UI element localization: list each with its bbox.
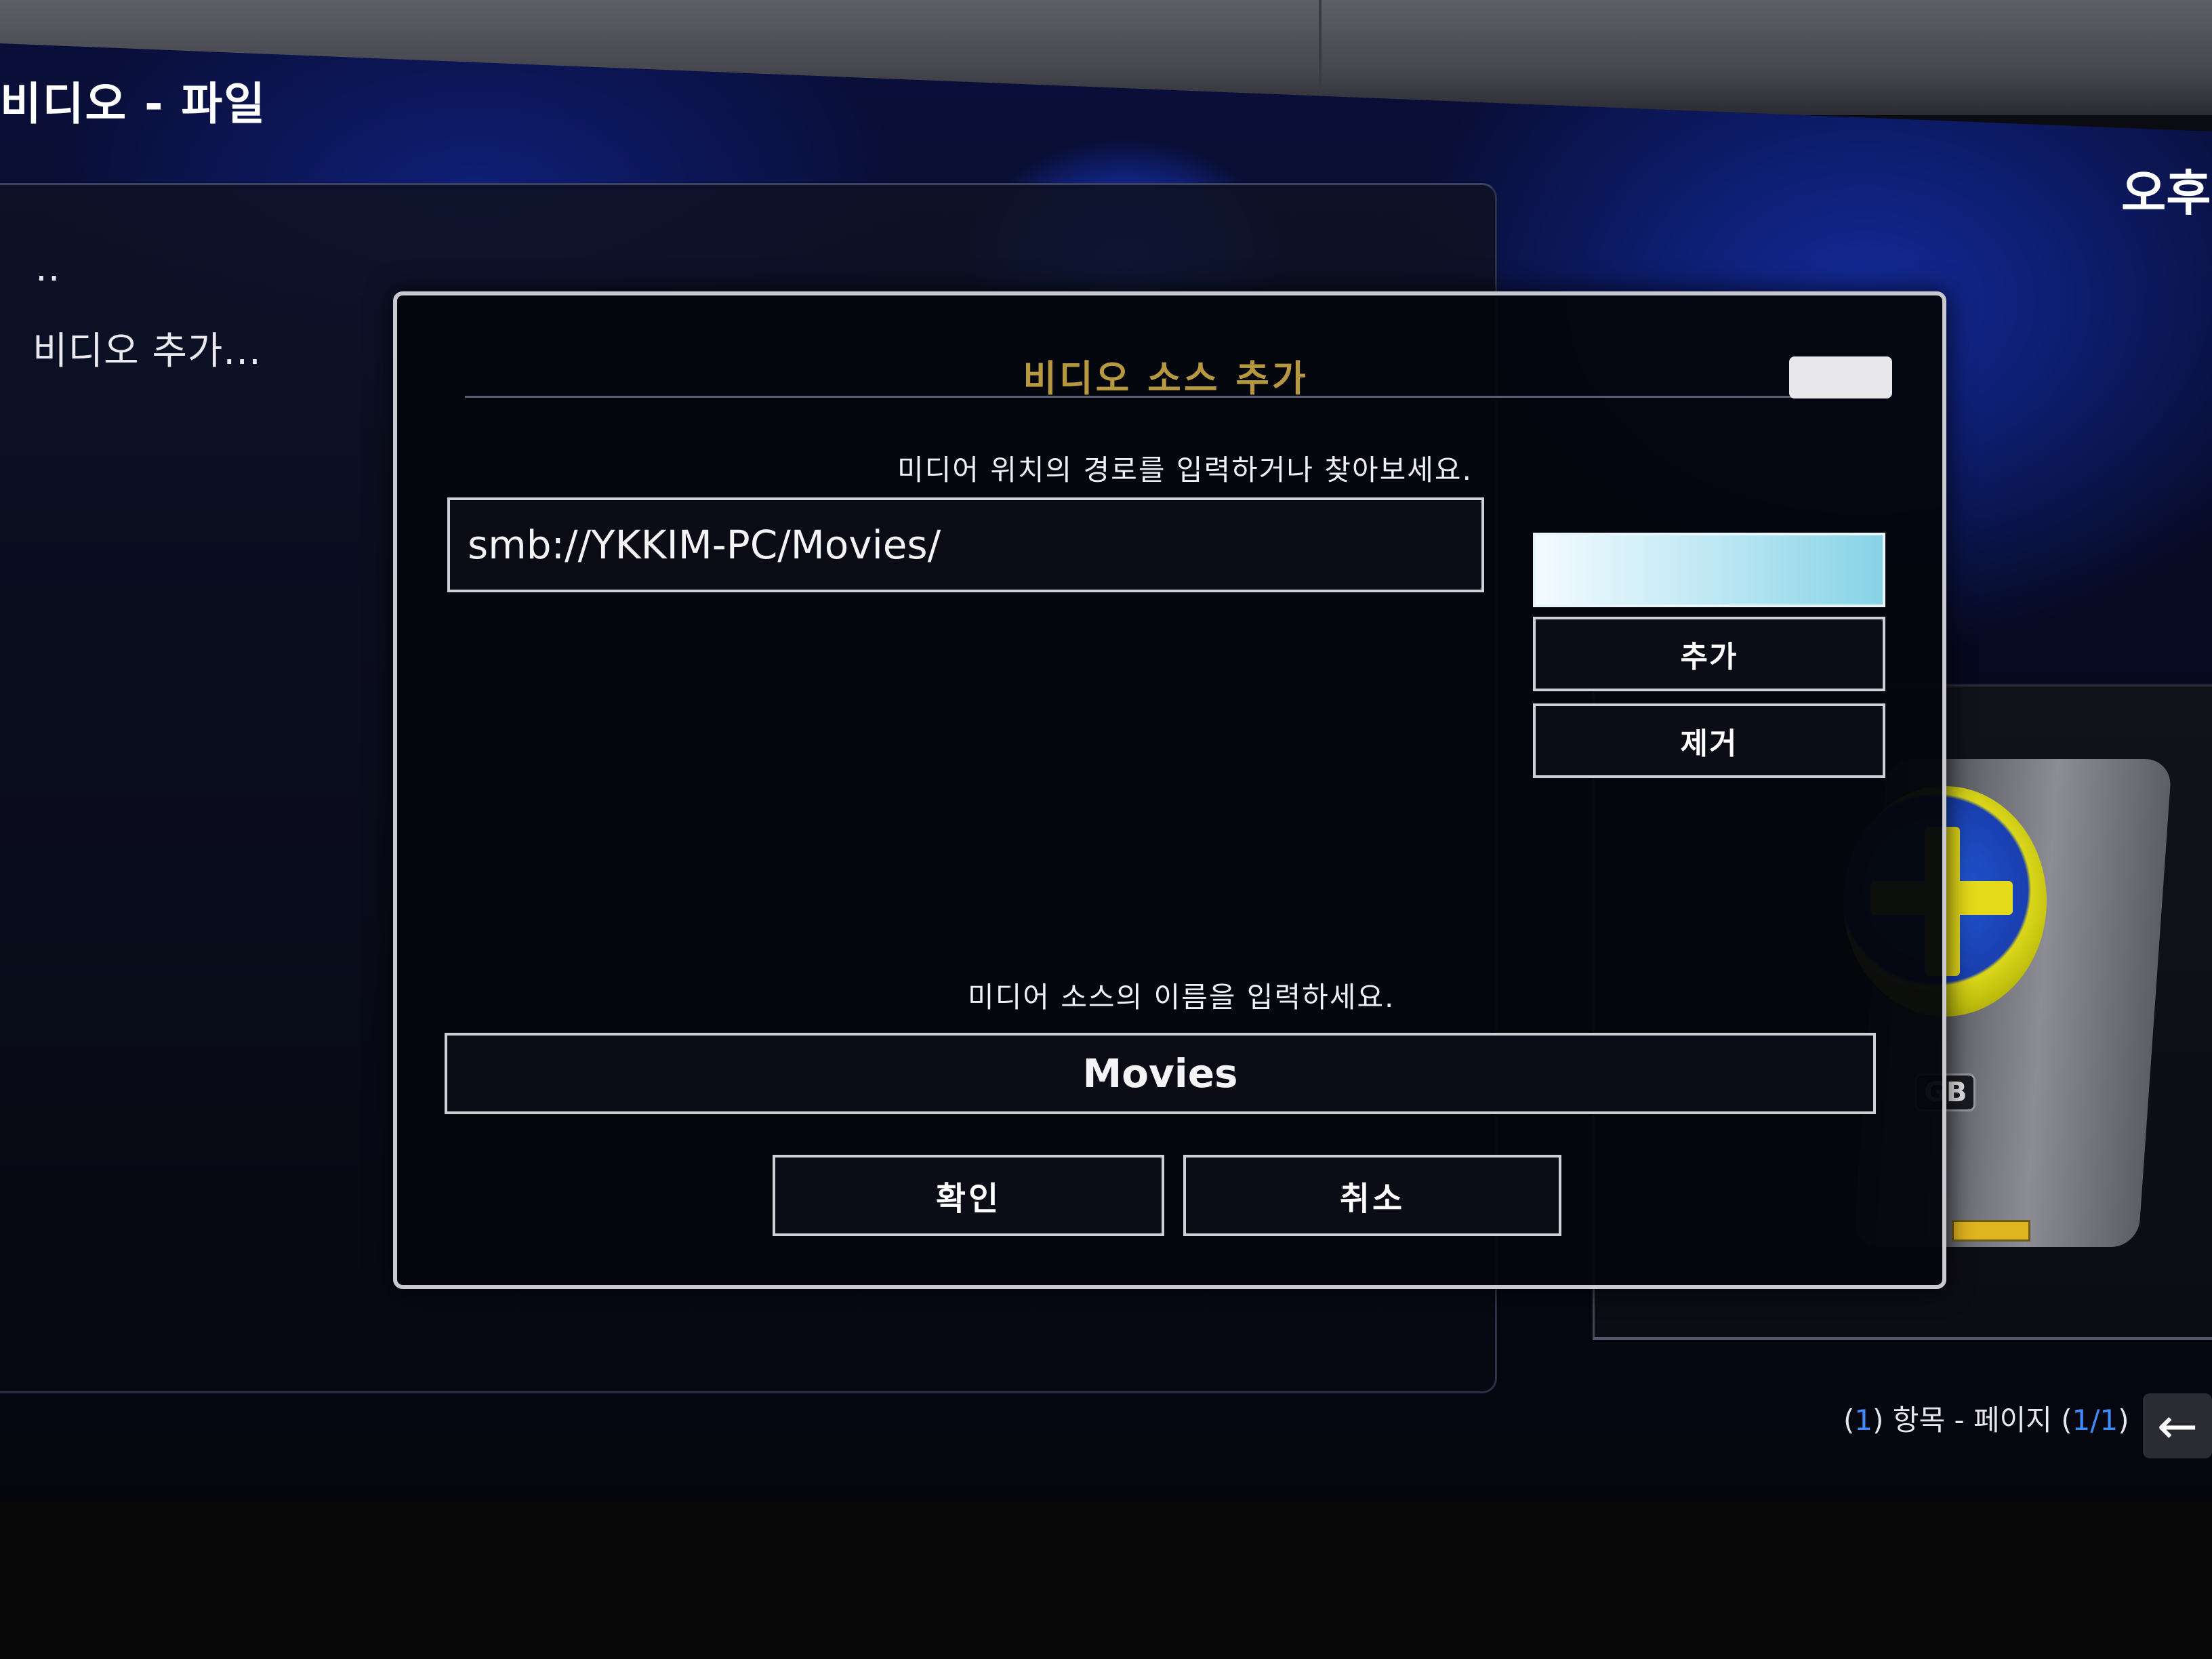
tv-bezel	[0, 1500, 2212, 1659]
page-number: 1/1	[2072, 1404, 2118, 1437]
source-name-input[interactable]: Movies	[445, 1033, 1876, 1114]
page-counter-suffix: )	[2118, 1404, 2129, 1437]
add-video-source-dialog	[393, 291, 1946, 1289]
add-button[interactable]: 추가	[1533, 617, 1885, 691]
page-counter: (1) 항목 - 페이지 (1/1)	[1843, 1397, 2129, 1439]
item-count: 1	[1854, 1404, 1873, 1437]
browse-button[interactable]	[1533, 533, 1885, 607]
list-item-parent[interactable]: ..	[35, 246, 61, 290]
page-counter-label: ) 항목 - 페이지 (	[1872, 1404, 2072, 1437]
back-arrow-icon[interactable]: ←	[2143, 1393, 2212, 1458]
ok-button[interactable]: 확인	[773, 1155, 1164, 1236]
dialog-close-button[interactable]	[1789, 356, 1892, 398]
remove-button[interactable]: 제거	[1533, 703, 1885, 778]
path-prompt: 미디어 위치의 경로를 입력하거나 찾아보세요.	[897, 453, 1473, 487]
wall-seam	[1319, 0, 1322, 95]
drive-slot	[1952, 1220, 2030, 1242]
path-input[interactable]: smb://YKKIM-PC/Movies/	[447, 497, 1484, 592]
name-prompt: 미디어 소스의 이름을 입력하세요.	[968, 981, 1395, 1014]
page-title: 비디오 - 파일	[0, 78, 266, 130]
clock: 오후	[2121, 165, 2211, 222]
cancel-button[interactable]: 취소	[1183, 1155, 1561, 1236]
page-counter-prefix: (	[1843, 1404, 1855, 1437]
